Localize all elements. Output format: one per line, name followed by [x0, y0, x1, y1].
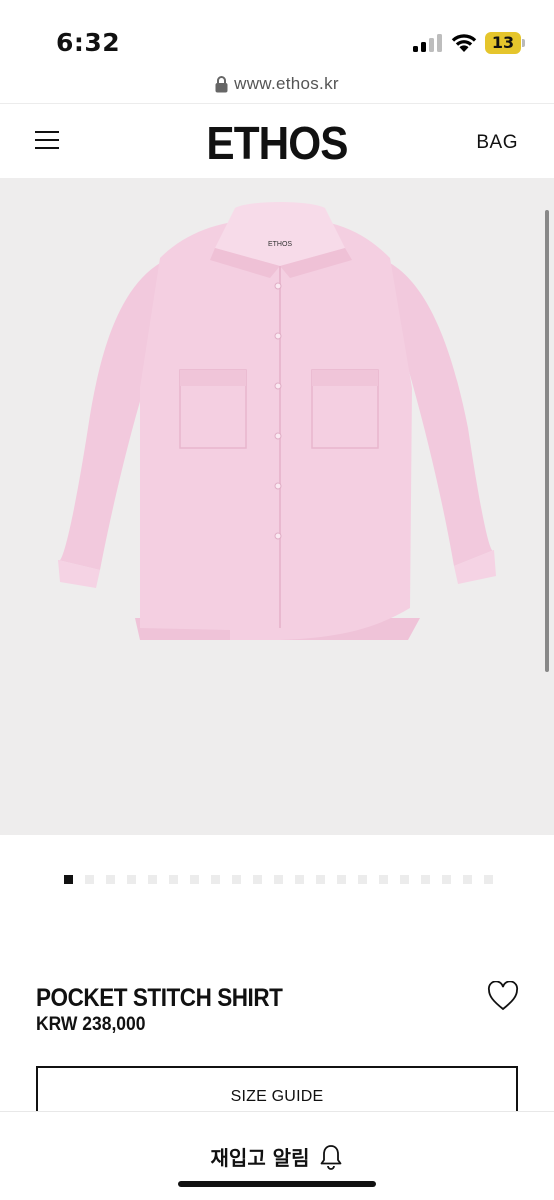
gallery-dot[interactable] — [337, 875, 346, 884]
gallery-dot[interactable] — [232, 875, 241, 884]
status-time: 6:32 — [56, 28, 121, 57]
restock-notify-button[interactable]: 재입고 알림 — [0, 1142, 554, 1171]
gallery-dot[interactable] — [463, 875, 472, 884]
gallery-dot[interactable] — [400, 875, 409, 884]
battery-level: 13 — [491, 33, 515, 52]
gallery-dot[interactable] — [85, 875, 94, 884]
gallery-dot[interactable] — [211, 875, 220, 884]
gallery-dot[interactable] — [442, 875, 451, 884]
heart-icon[interactable] — [487, 981, 519, 1011]
gallery-dot[interactable] — [253, 875, 262, 884]
battery-icon: 13 — [485, 32, 525, 54]
home-indicator — [178, 1181, 376, 1187]
restock-label: 재입고 알림 — [210, 1146, 310, 1170]
site-logo[interactable]: ETHOS — [22, 116, 532, 170]
product-image-gallery[interactable]: ETHOS — [0, 178, 554, 835]
gallery-pagination — [64, 875, 493, 885]
site-header: ETHOS BAG — [0, 103, 554, 178]
wifi-icon — [451, 34, 477, 52]
lock-icon — [215, 75, 228, 92]
address-bar[interactable]: www.ethos.kr — [0, 68, 554, 102]
gallery-scrollbar[interactable] — [545, 210, 549, 672]
gallery-dot[interactable] — [484, 875, 493, 884]
url-text: www.ethos.kr — [234, 74, 339, 93]
bag-link[interactable]: BAG — [476, 132, 518, 154]
bell-icon — [321, 1144, 342, 1170]
gallery-dot[interactable] — [64, 875, 73, 884]
gallery-dot[interactable] — [295, 875, 304, 884]
product-name: POCKET STITCH SHIRT — [36, 984, 283, 1012]
cellular-signal-icon — [413, 34, 443, 52]
status-bar: 6:32 13 — [0, 0, 554, 68]
product-image: ETHOS — [58, 202, 496, 640]
gallery-dot[interactable] — [421, 875, 430, 884]
gallery-dot[interactable] — [379, 875, 388, 884]
shirt-label: ETHOS — [268, 241, 292, 248]
gallery-dot[interactable] — [169, 875, 178, 884]
gallery-dot[interactable] — [127, 875, 136, 884]
gallery-dot[interactable] — [316, 875, 325, 884]
gallery-dot[interactable] — [190, 875, 199, 884]
product-price: KRW 238,000 — [36, 1014, 146, 1035]
gallery-dot[interactable] — [106, 875, 115, 884]
gallery-dot[interactable] — [148, 875, 157, 884]
gallery-dot[interactable] — [358, 875, 367, 884]
gallery-dot[interactable] — [274, 875, 283, 884]
